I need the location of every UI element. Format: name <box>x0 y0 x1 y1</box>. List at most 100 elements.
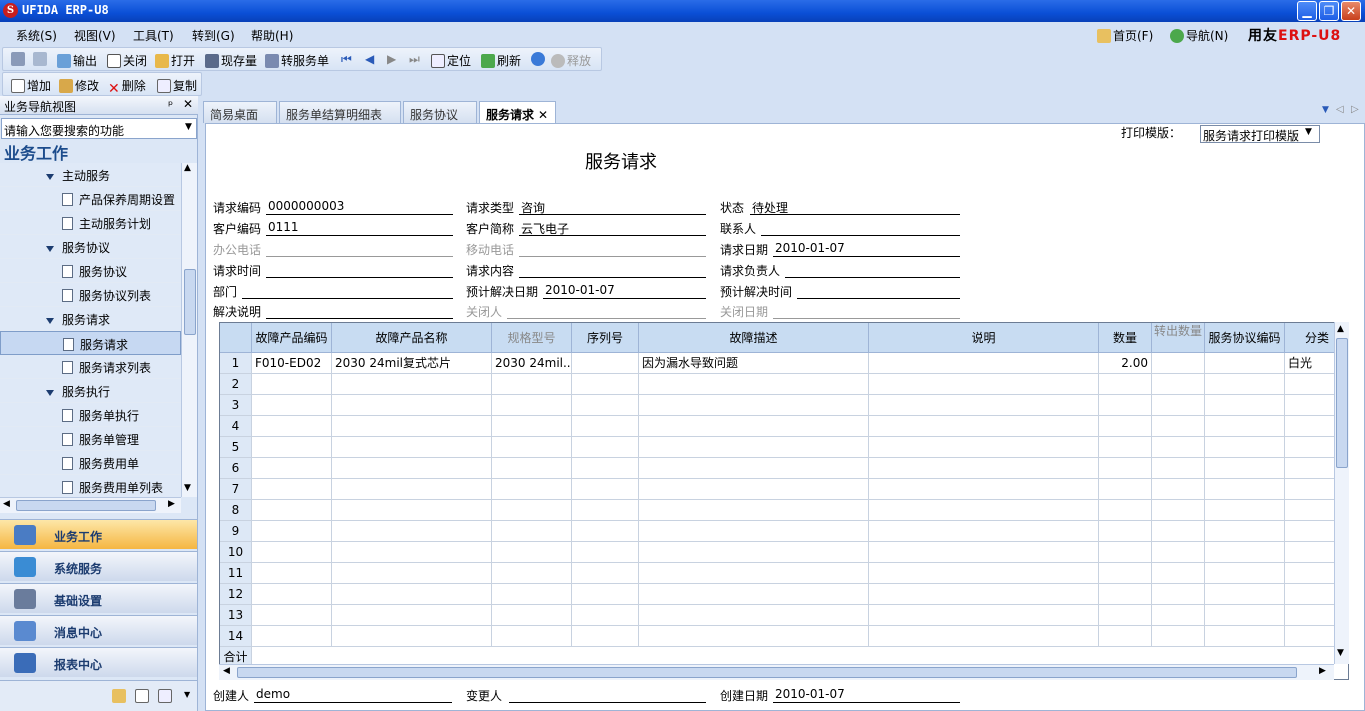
grid-cell-out[interactable] <box>1152 416 1205 437</box>
grid-cell-note[interactable] <box>869 521 1099 542</box>
grid-cell-name[interactable] <box>332 500 492 521</box>
grid-cell-code[interactable] <box>252 374 332 395</box>
grid-row-number[interactable]: 10 <box>220 542 252 563</box>
tab-service-agreement[interactable]: 服务协议 <box>403 101 477 123</box>
grid-cell-spec[interactable] <box>492 521 572 542</box>
add-button[interactable]: 增加 <box>11 77 51 94</box>
next-record-button[interactable]: ▶ <box>387 52 396 66</box>
nav-tree-vscroll[interactable]: ▲ ▼ <box>181 163 197 497</box>
tree-icon[interactable] <box>158 689 172 703</box>
grid-header-cell[interactable]: 故障产品名称 <box>332 323 492 353</box>
grid-cell-name[interactable] <box>332 458 492 479</box>
closer-field[interactable] <box>509 303 706 318</box>
grid-row-number[interactable]: 12 <box>220 584 252 605</box>
nav-tree-item[interactable]: 服务单管理 <box>0 427 181 451</box>
grid-cell-desc[interactable] <box>639 500 869 521</box>
grid-cell-qty[interactable] <box>1099 605 1152 626</box>
grid-cell-qty[interactable] <box>1099 584 1152 605</box>
grid-row-number[interactable]: 7 <box>220 479 252 500</box>
grid-cell-agree[interactable] <box>1205 542 1285 563</box>
grid-cell-note[interactable] <box>869 437 1099 458</box>
grid-cell-spec[interactable] <box>492 542 572 563</box>
nav-business-work-button[interactable]: 业务工作 <box>0 519 197 549</box>
last-record-button[interactable]: ⏭ <box>409 52 420 67</box>
grid-cell-code[interactable] <box>252 416 332 437</box>
grid-cell-agree[interactable] <box>1205 353 1285 374</box>
grid-cell-name[interactable] <box>332 437 492 458</box>
nav-system-service-button[interactable]: 系统服务 <box>0 551 197 581</box>
nav-tree-item[interactable]: 服务单执行 <box>0 403 181 427</box>
grid-header-cell[interactable]: 数量 <box>1099 323 1152 353</box>
nav-tree-item[interactable]: 主动服务计划 <box>0 211 181 235</box>
grid-row-number[interactable]: 5 <box>220 437 252 458</box>
grid-cell-code[interactable] <box>252 395 332 416</box>
grid-cell-qty[interactable] <box>1099 395 1152 416</box>
tab-simple-desktop[interactable]: 简易桌面 <box>203 101 277 123</box>
expand-arrow-icon[interactable] <box>46 246 54 252</box>
grid-row-number[interactable]: 9 <box>220 521 252 542</box>
preview-button[interactable] <box>33 52 49 66</box>
refresh-button[interactable]: 刷新 <box>481 52 521 69</box>
grid-cell-name[interactable] <box>332 374 492 395</box>
grid-cell-spec[interactable] <box>492 584 572 605</box>
grid-cell-code[interactable] <box>252 584 332 605</box>
grid-cell-qty[interactable] <box>1099 542 1152 563</box>
menu-view[interactable]: 视图(V) <box>74 27 116 44</box>
grid-header-cell[interactable]: 故障产品编码 <box>252 323 332 353</box>
grid-cell-out[interactable] <box>1152 353 1205 374</box>
grid-cell-note[interactable] <box>869 584 1099 605</box>
nav-link[interactable]: 导航(N) <box>1170 27 1228 44</box>
grid-cell-serial[interactable] <box>572 353 639 374</box>
grid-cell-spec[interactable] <box>492 500 572 521</box>
grid-cell-spec[interactable]: 2030 24mil... <box>492 353 572 374</box>
menu-system[interactable]: 系统(S) <box>16 27 57 44</box>
grid-cell-spec[interactable] <box>492 458 572 479</box>
close-window-button[interactable]: ✕ <box>1341 1 1361 21</box>
grid-cell-agree[interactable] <box>1205 584 1285 605</box>
grid-cell-spec[interactable] <box>492 479 572 500</box>
grid-cell-agree[interactable] <box>1205 563 1285 584</box>
nav-tree-item[interactable]: 服务请求列表 <box>0 355 181 379</box>
customer-code-field[interactable]: 0111 <box>268 220 453 235</box>
grid-row-number[interactable]: 1 <box>220 353 252 374</box>
grid-cell-agree[interactable] <box>1205 479 1285 500</box>
grid-cell-name[interactable] <box>332 605 492 626</box>
nav-tree-group[interactable]: 服务请求 <box>0 307 181 331</box>
release-button[interactable]: 释放 <box>551 52 591 69</box>
grid-cell-out[interactable] <box>1152 542 1205 563</box>
grid-cell-qty[interactable] <box>1099 626 1152 647</box>
grid-cell-desc[interactable] <box>639 437 869 458</box>
grid-cell-serial[interactable] <box>572 521 639 542</box>
locate-button[interactable]: 定位 <box>431 52 471 69</box>
close-date-field[interactable] <box>775 303 960 318</box>
nav-tree-item[interactable]: 服务协议 <box>0 259 181 283</box>
planned-date-field[interactable]: 2010-01-07 <box>545 283 706 298</box>
expand-arrow-icon[interactable] <box>46 390 54 396</box>
grid-cell-serial[interactable] <box>572 626 639 647</box>
mobile-phone-field[interactable] <box>521 241 706 256</box>
grid-cell-name[interactable] <box>332 542 492 563</box>
tab-service-request[interactable]: 服务请求 ✕ <box>479 101 556 124</box>
grid-row-number[interactable]: 11 <box>220 563 252 584</box>
grid-cell-serial[interactable] <box>572 437 639 458</box>
request-type-field[interactable]: 咨询 <box>521 199 706 215</box>
grid-cell-serial[interactable] <box>572 416 639 437</box>
grid-cell-qty[interactable] <box>1099 521 1152 542</box>
grid-cell-spec[interactable] <box>492 605 572 626</box>
created-date-value[interactable]: 2010-01-07 <box>775 687 845 701</box>
grid-cell-desc[interactable] <box>639 563 869 584</box>
grid-cell-out[interactable] <box>1152 584 1205 605</box>
grid-cell-name[interactable] <box>332 395 492 416</box>
grid-cell-qty[interactable] <box>1099 437 1152 458</box>
grid-row-number[interactable]: 2 <box>220 374 252 395</box>
grid-cell-note[interactable] <box>869 479 1099 500</box>
grid-cell-agree[interactable] <box>1205 437 1285 458</box>
grid-cell-desc[interactable] <box>639 626 869 647</box>
grid-cell-serial[interactable] <box>572 479 639 500</box>
grid-cell-note[interactable] <box>869 605 1099 626</box>
grid-cell-code[interactable] <box>252 437 332 458</box>
grid-hscroll[interactable]: ◀ ▶ <box>219 664 1334 680</box>
grid-cell-code[interactable] <box>252 605 332 626</box>
grid-cell-out[interactable] <box>1152 458 1205 479</box>
nav-tree-group[interactable]: 主动服务 <box>0 163 181 187</box>
